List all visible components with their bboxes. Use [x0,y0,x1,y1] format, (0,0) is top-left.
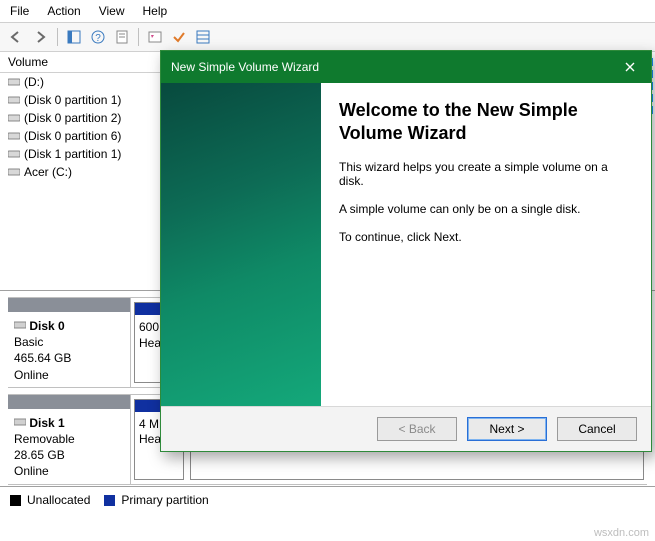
disk-type: Removable [14,432,75,446]
legend-primary-swatch [104,495,115,506]
volume-label: (Disk 1 partition 1) [24,147,121,161]
drive-icon [8,77,20,87]
volume-label: (Disk 0 partition 2) [24,111,121,125]
check-icon[interactable] [168,26,190,48]
svg-text:?: ? [95,33,101,44]
wizard-titlebar[interactable]: New Simple Volume Wizard [161,51,651,83]
drive-icon [8,167,20,177]
menu-file[interactable]: File [10,4,29,18]
volume-label: (Disk 0 partition 6) [24,129,121,143]
legend-unallocated-swatch [10,495,21,506]
volume-label: (Disk 0 partition 1) [24,93,121,107]
wizard-text-3: To continue, click Next. [339,230,633,244]
disk-status: Online [14,464,49,478]
watermark: wsxdn.com [594,527,649,539]
wizard-button-row: < Back Next > Cancel [161,406,651,451]
legend: Unallocated Primary partition [0,487,655,513]
close-icon[interactable] [619,57,641,77]
panel-icon[interactable] [63,26,85,48]
drive-icon [8,131,20,141]
wizard-text-2: A simple volume can only be on a single … [339,202,633,216]
disk-info[interactable]: Disk 0 Basic 465.64 GB Online [8,298,131,387]
refresh-icon[interactable] [144,26,166,48]
wizard-content: Welcome to the New Simple Volume Wizard … [321,83,651,406]
back-icon[interactable] [6,26,28,48]
cancel-button[interactable]: Cancel [557,417,637,441]
toolbar: ? [0,23,655,52]
list-icon[interactable] [192,26,214,48]
drive-icon [8,113,20,123]
properties-icon[interactable] [111,26,133,48]
volume-label: Acer (C:) [24,165,72,179]
disk-icon [14,417,26,427]
disk-status: Online [14,368,49,382]
wizard-sidebar-image [161,83,321,406]
disk-type: Basic [14,335,43,349]
forward-icon[interactable] [30,26,52,48]
drive-icon [8,149,20,159]
wizard-heading: Welcome to the New Simple Volume Wizard [339,99,633,144]
menu-action[interactable]: Action [47,4,80,18]
menu-help[interactable]: Help [143,4,168,18]
disk-size: 28.65 GB [14,448,65,462]
disk-name: Disk 0 [29,319,64,333]
menu-bar: File Action View Help [0,0,655,23]
volume-label: (D:) [24,75,44,89]
disk-info[interactable]: Disk 1 Removable 28.65 GB Online [8,395,131,484]
drive-icon [8,95,20,105]
disk-icon [14,320,26,330]
wizard-text-1: This wizard helps you create a simple vo… [339,160,633,188]
legend-primary-label: Primary partition [121,493,208,507]
partition-status: Hea [139,336,161,350]
disk-size: 465.64 GB [14,351,71,365]
back-button[interactable]: < Back [377,417,457,441]
disk-name: Disk 1 [29,416,64,430]
help-icon[interactable]: ? [87,26,109,48]
menu-view[interactable]: View [99,4,125,18]
next-button[interactable]: Next > [467,417,547,441]
legend-unallocated-label: Unallocated [27,493,90,507]
wizard-dialog: New Simple Volume Wizard Welcome to the … [160,50,652,452]
wizard-title: New Simple Volume Wizard [171,60,319,74]
partition-size: 600 [139,320,159,334]
